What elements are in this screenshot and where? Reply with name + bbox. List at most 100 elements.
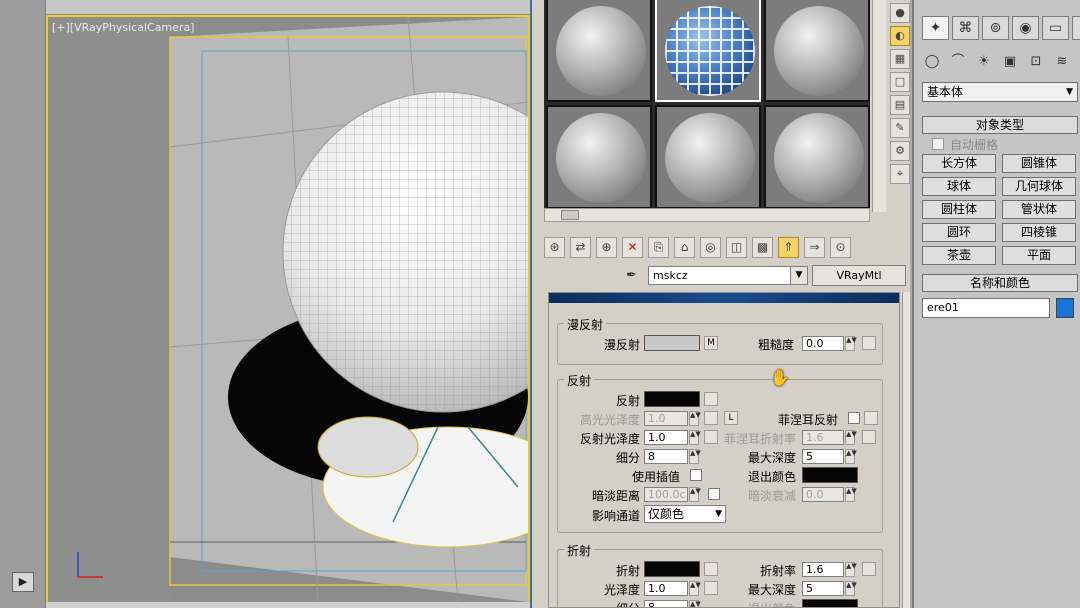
scroll-thumb[interactable] — [561, 210, 579, 220]
create-tab-icon[interactable]: ✦ — [922, 16, 949, 40]
object-button-cone[interactable]: 圆锥体 — [1002, 154, 1076, 173]
object-button-box[interactable]: 长方体 — [922, 154, 996, 173]
max-depth-spinner[interactable]: ▲▼ — [845, 449, 857, 464]
go-forward-to-sibling-icon[interactable]: ⇒ — [804, 236, 825, 258]
roughness-map-button[interactable] — [862, 336, 876, 350]
get-material-icon[interactable]: ⊛ — [544, 236, 565, 258]
object-button-torus[interactable]: 圆环 — [922, 223, 996, 242]
max-depth-input[interactable]: 5 — [802, 449, 844, 464]
hilight-gloss-spinner[interactable]: ▲▼ — [689, 411, 701, 426]
material-slot[interactable] — [764, 105, 870, 209]
primitive-category-dropdown[interactable]: 基本体 ▼ — [922, 82, 1078, 102]
object-button-sphere[interactable]: 球体 — [922, 177, 996, 196]
diffuse-map-button[interactable]: M — [704, 336, 718, 350]
subdivs-input[interactable]: 8 — [644, 449, 688, 464]
object-button-geosphere[interactable]: 几何球体 — [1002, 177, 1076, 196]
make-preview-icon[interactable]: ✎ — [890, 118, 910, 138]
fresnel-lock-button[interactable] — [864, 411, 878, 425]
object-type-rollout-title[interactable]: 对象类型 — [922, 116, 1078, 134]
cameras-icon[interactable]: ▣ — [1000, 52, 1020, 72]
hilight-gloss-map-button[interactable] — [704, 411, 718, 425]
material-slot[interactable] — [546, 0, 652, 102]
reflect-map-button[interactable] — [704, 392, 718, 406]
sample-type-icon[interactable]: ● — [890, 3, 910, 23]
refract-map-button[interactable] — [704, 562, 718, 576]
fresnel-checkbox[interactable] — [848, 412, 860, 424]
eyedropper-icon[interactable]: ✒ — [626, 268, 642, 284]
material-type-button[interactable]: VRayMtl — [812, 265, 906, 286]
name-color-rollout-title[interactable]: 名称和颜色 — [922, 274, 1078, 292]
motion-tab-icon[interactable]: ◉ — [1012, 16, 1039, 40]
refl-gloss-input[interactable]: 1.0 — [644, 430, 688, 445]
show-map-in-viewport-icon[interactable]: ◫ — [726, 236, 747, 258]
refr-gloss-spinner[interactable]: ▲▼ — [689, 581, 701, 596]
make-unique-icon[interactable]: ⎘ — [648, 236, 669, 258]
refr-gloss-map-button[interactable] — [704, 581, 718, 595]
material-slot[interactable] — [655, 105, 761, 209]
material-slot[interactable] — [546, 105, 652, 209]
hierarchy-tab-icon[interactable]: ⊚ — [982, 16, 1009, 40]
space-warps-icon[interactable]: ≋ — [1052, 52, 1072, 72]
material-name-field[interactable]: mskcz — [648, 266, 808, 285]
backlight-icon[interactable]: ◐ — [890, 26, 910, 46]
dim-distance-checkbox[interactable] — [708, 488, 720, 500]
material-name-dropdown[interactable]: ▼ — [790, 266, 808, 285]
helpers-icon[interactable]: ⊡ — [1026, 52, 1046, 72]
object-button-tube[interactable]: 管状体 — [1002, 200, 1076, 219]
affect-channels-dropdown[interactable]: 仅颜色 ▼ — [644, 505, 726, 523]
background-checker-icon[interactable]: ▦ — [890, 49, 910, 69]
object-button-cylinder[interactable]: 圆柱体 — [922, 200, 996, 219]
options-icon[interactable]: ⚙ — [890, 141, 910, 161]
refl-gloss-spinner[interactable]: ▲▼ — [689, 430, 701, 445]
reset-map-icon[interactable]: ✕ — [622, 236, 643, 258]
video-color-check-icon[interactable]: ▤ — [890, 95, 910, 115]
dim-distance-input[interactable]: 100.0c — [644, 487, 688, 502]
play-button[interactable]: ▶ — [12, 572, 34, 592]
object-name-field[interactable]: ere01 — [922, 298, 1050, 318]
object-button-plane[interactable]: 平面 — [1002, 246, 1076, 265]
diffuse-color-swatch[interactable] — [644, 335, 700, 351]
put-to-scene-icon[interactable]: ⇄ — [570, 236, 591, 258]
refr-subdivs-spinner[interactable]: ▲▼ — [689, 600, 701, 607]
refl-gloss-map-button[interactable] — [704, 430, 718, 444]
material-slot-active[interactable] — [655, 0, 761, 102]
go-to-parent-icon[interactable]: ⇑ — [778, 236, 799, 258]
refract-color-swatch[interactable] — [644, 561, 700, 577]
roughness-spinner[interactable]: ▲▼ — [845, 336, 857, 351]
refr-gloss-input[interactable]: 1.0 — [644, 581, 688, 596]
modify-tab-icon[interactable]: ⌘ — [952, 16, 979, 40]
refr-exit-color-swatch[interactable] — [802, 599, 858, 607]
fresnel-ior-spinner[interactable]: ▲▼ — [845, 430, 857, 445]
refr-max-depth-spinner[interactable]: ▲▼ — [845, 581, 857, 596]
geometry-icon[interactable]: ◯ — [922, 52, 942, 72]
refr-max-depth-input[interactable]: 5 — [802, 581, 844, 596]
select-by-material-icon[interactable]: ⌖ — [890, 164, 910, 184]
put-to-library-icon[interactable]: ⌂ — [674, 236, 695, 258]
fresnel-ior-map-button[interactable] — [862, 430, 876, 444]
ior-spinner[interactable]: ▲▼ — [845, 562, 857, 577]
params-scrollbar[interactable] — [902, 292, 910, 608]
shapes-icon[interactable]: ⌒ — [948, 52, 968, 72]
object-button-teapot[interactable]: 茶壶 — [922, 246, 996, 265]
fresnel-ior-input[interactable]: 1.6 — [802, 430, 844, 445]
display-tab-icon[interactable]: ▭ — [1042, 16, 1069, 40]
hilight-gloss-input[interactable]: 1.0 — [644, 411, 688, 426]
hilight-lock-button[interactable]: L — [724, 411, 738, 425]
ior-map-button[interactable] — [862, 562, 876, 576]
object-button-pyramid[interactable]: 四棱锥 — [1002, 223, 1076, 242]
autogrid-checkbox[interactable] — [932, 138, 944, 150]
material-slot[interactable] — [764, 0, 870, 102]
dim-distance-spinner[interactable]: ▲▼ — [689, 487, 701, 502]
roughness-input[interactable]: 0.0 — [802, 336, 844, 351]
exit-color-swatch[interactable] — [802, 467, 858, 483]
uv-tiling-icon[interactable]: □ — [890, 72, 910, 92]
dim-falloff-input[interactable]: 0.0 — [802, 487, 844, 502]
show-end-result-icon[interactable]: ▩ — [752, 236, 773, 258]
refr-subdivs-input[interactable]: 8 — [644, 600, 688, 607]
material-effects-channel-icon[interactable]: ◎ — [700, 236, 721, 258]
utilities-tab-icon[interactable]: ⚒ — [1072, 16, 1080, 40]
subdivs-spinner[interactable]: ▲▼ — [689, 449, 701, 464]
reflect-color-swatch[interactable] — [644, 391, 700, 407]
camera-viewport[interactable]: [+][VRayPhysicalCamera] — [46, 15, 530, 604]
ior-input[interactable]: 1.6 — [802, 562, 844, 577]
